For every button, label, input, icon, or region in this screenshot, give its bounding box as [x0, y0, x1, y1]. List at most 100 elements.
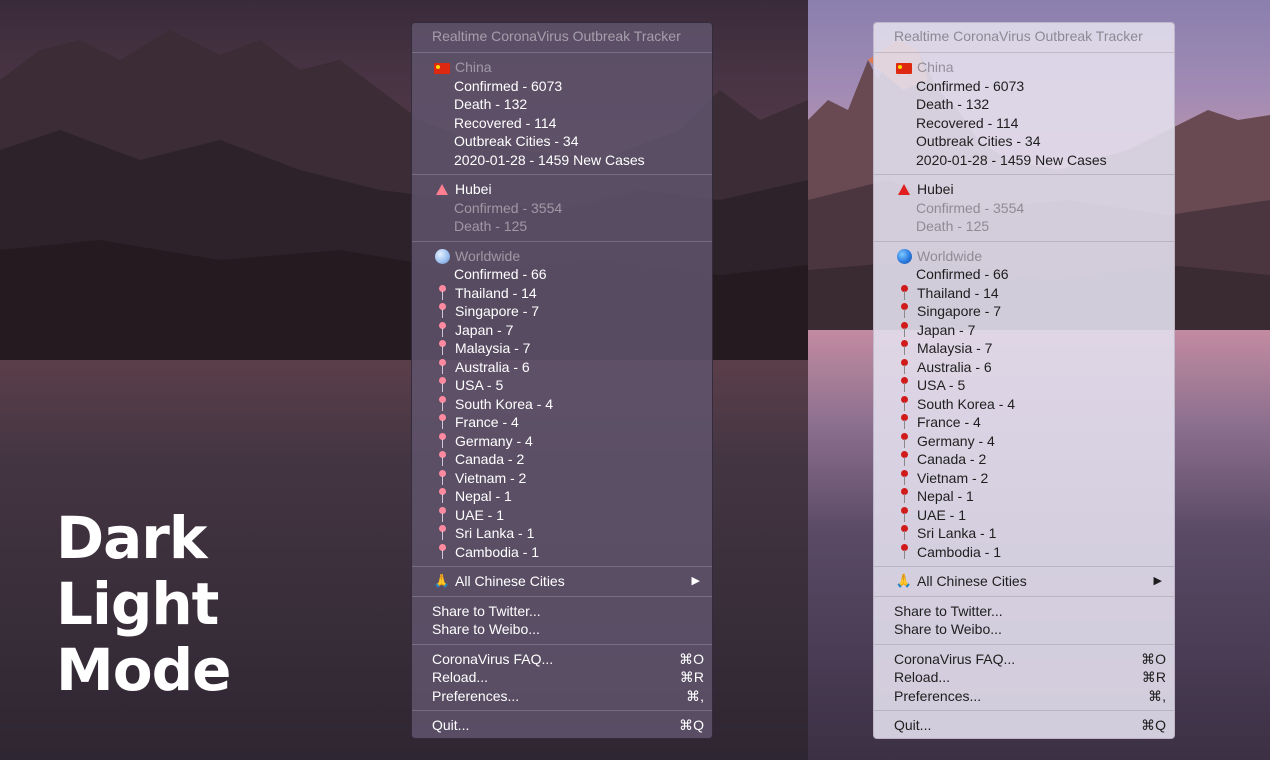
country-item[interactable]: Sri Lanka - 1: [412, 524, 712, 543]
china-header: China: [874, 58, 1174, 77]
pushpin-icon: [895, 487, 913, 505]
quit-item[interactable]: Quit... ⌘Q: [874, 716, 1174, 735]
mode-heading: Dark Light Mode: [56, 505, 356, 703]
share-twitter-item[interactable]: Share to Twitter...: [412, 602, 712, 621]
faq-label: CoronaVirus FAQ...: [432, 650, 554, 667]
country-label: Vietnam - 2: [917, 469, 989, 486]
pushpin-icon: [433, 284, 451, 302]
reload-item[interactable]: Reload... ⌘R: [412, 668, 712, 687]
country-label: Singapore - 7: [917, 303, 1002, 319]
country-item[interactable]: Thailand - 14: [412, 284, 712, 303]
china-new-cases[interactable]: 2020-01-28 - 1459 New Cases: [412, 151, 712, 170]
all-chinese-cities-item[interactable]: 🙏 All Chinese Cities ▶: [412, 572, 712, 591]
country-item[interactable]: Nepal - 1: [412, 487, 712, 506]
reload-item[interactable]: Reload... ⌘R: [874, 668, 1174, 687]
country-item[interactable]: Vietnam - 2: [874, 469, 1174, 488]
pushpin-icon: [433, 487, 451, 505]
country-item[interactable]: Germany - 4: [412, 432, 712, 451]
share-weibo-item[interactable]: Share to Weibo...: [874, 620, 1174, 639]
all-chinese-cities-item[interactable]: 🙏 All Chinese Cities ▶: [874, 572, 1174, 591]
china-label: China: [455, 59, 492, 75]
china-cities[interactable]: Outbreak Cities - 34: [874, 132, 1174, 151]
country-item[interactable]: UAE - 1: [874, 506, 1174, 525]
china-cities[interactable]: Outbreak Cities - 34: [412, 132, 712, 151]
country-item[interactable]: Thailand - 14: [874, 284, 1174, 303]
country-label: Cambodia - 1: [917, 543, 1002, 560]
preferences-item[interactable]: Preferences... ⌘,: [412, 687, 712, 706]
china-confirmed[interactable]: Confirmed - 6073: [412, 77, 712, 96]
country-label: Australia - 6: [455, 358, 530, 375]
country-item[interactable]: Cambodia - 1: [412, 543, 712, 562]
country-label: Sri Lanka - 1: [917, 525, 997, 541]
country-label: Germany - 4: [455, 432, 533, 449]
country-label: Canada - 2: [917, 451, 987, 467]
pushpin-icon: [433, 376, 451, 394]
folded-hands-icon: 🙏: [433, 573, 451, 588]
faq-item[interactable]: CoronaVirus FAQ... ⌘O: [412, 650, 712, 669]
pushpin-icon: [433, 321, 451, 339]
country-item[interactable]: Canada - 2: [412, 450, 712, 469]
reload-label: Reload...: [432, 669, 489, 685]
country-item[interactable]: UAE - 1: [412, 506, 712, 525]
country-item[interactable]: Singapore - 7: [874, 302, 1174, 321]
country-item[interactable]: France - 4: [412, 413, 712, 432]
country-label: UAE - 1: [917, 506, 967, 523]
separator: [412, 643, 712, 645]
country-item[interactable]: Australia - 6: [412, 358, 712, 377]
menu-title: Realtime CoronaVirus Outbreak Tracker: [894, 28, 1143, 44]
pushpin-icon: [433, 395, 451, 413]
preferences-shortcut: ⌘,: [686, 687, 704, 704]
country-item[interactable]: Canada - 2: [874, 450, 1174, 469]
china-confirmed[interactable]: Confirmed - 6073: [874, 77, 1174, 96]
country-item[interactable]: USA - 5: [412, 376, 712, 395]
country-item[interactable]: Malaysia - 7: [412, 339, 712, 358]
country-item[interactable]: France - 4: [874, 413, 1174, 432]
share-twitter-item[interactable]: Share to Twitter...: [874, 602, 1174, 621]
hubei-header[interactable]: Hubei: [412, 180, 712, 199]
pushpin-icon: [433, 469, 451, 487]
country-item[interactable]: Germany - 4: [874, 432, 1174, 451]
country-label: Germany - 4: [917, 432, 995, 449]
china-death[interactable]: Death - 132: [412, 95, 712, 114]
country-item[interactable]: Japan - 7: [874, 321, 1174, 340]
china-flag-icon: [433, 58, 451, 76]
country-item[interactable]: Singapore - 7: [412, 302, 712, 321]
quit-item[interactable]: Quit... ⌘Q: [412, 716, 712, 735]
worldwide-confirmed[interactable]: Confirmed - 66: [874, 265, 1174, 284]
country-item[interactable]: Vietnam - 2: [412, 469, 712, 488]
preferences-item[interactable]: Preferences... ⌘,: [874, 687, 1174, 706]
country-item[interactable]: Nepal - 1: [874, 487, 1174, 506]
country-label: Singapore - 7: [455, 303, 540, 319]
country-item[interactable]: Cambodia - 1: [874, 543, 1174, 562]
china-death[interactable]: Death - 132: [874, 95, 1174, 114]
faq-shortcut: ⌘O: [1141, 650, 1166, 667]
country-label: Thailand - 14: [917, 284, 999, 301]
country-item[interactable]: South Korea - 4: [874, 395, 1174, 414]
country-item[interactable]: South Korea - 4: [412, 395, 712, 414]
quit-shortcut: ⌘Q: [679, 717, 704, 733]
country-label: Malaysia - 7: [917, 340, 993, 356]
red-triangle-icon: [433, 180, 451, 198]
country-item[interactable]: Malaysia - 7: [874, 339, 1174, 358]
reload-label: Reload...: [894, 669, 951, 685]
quit-shortcut: ⌘Q: [1141, 717, 1166, 733]
separator: [412, 566, 712, 567]
worldwide-confirmed[interactable]: Confirmed - 66: [412, 265, 712, 284]
reload-shortcut: ⌘R: [679, 669, 704, 685]
worldwide-label: Worldwide: [455, 247, 521, 264]
pushpin-icon: [895, 450, 913, 468]
country-item[interactable]: Japan - 7: [412, 321, 712, 340]
hubei-header[interactable]: Hubei: [874, 180, 1174, 199]
pushpin-icon: [433, 302, 451, 320]
china-recovered[interactable]: Recovered - 114: [874, 114, 1174, 133]
country-item[interactable]: Sri Lanka - 1: [874, 524, 1174, 543]
country-label: Japan - 7: [917, 321, 976, 338]
country-item[interactable]: Australia - 6: [874, 358, 1174, 377]
share-weibo-item[interactable]: Share to Weibo...: [412, 620, 712, 639]
reload-shortcut: ⌘R: [1141, 669, 1166, 685]
china-new-cases[interactable]: 2020-01-28 - 1459 New Cases: [874, 151, 1174, 170]
china-recovered[interactable]: Recovered - 114: [412, 114, 712, 133]
country-item[interactable]: USA - 5: [874, 376, 1174, 395]
hubei-confirmed: Confirmed - 3554: [454, 199, 563, 216]
faq-item[interactable]: CoronaVirus FAQ... ⌘O: [874, 650, 1174, 669]
